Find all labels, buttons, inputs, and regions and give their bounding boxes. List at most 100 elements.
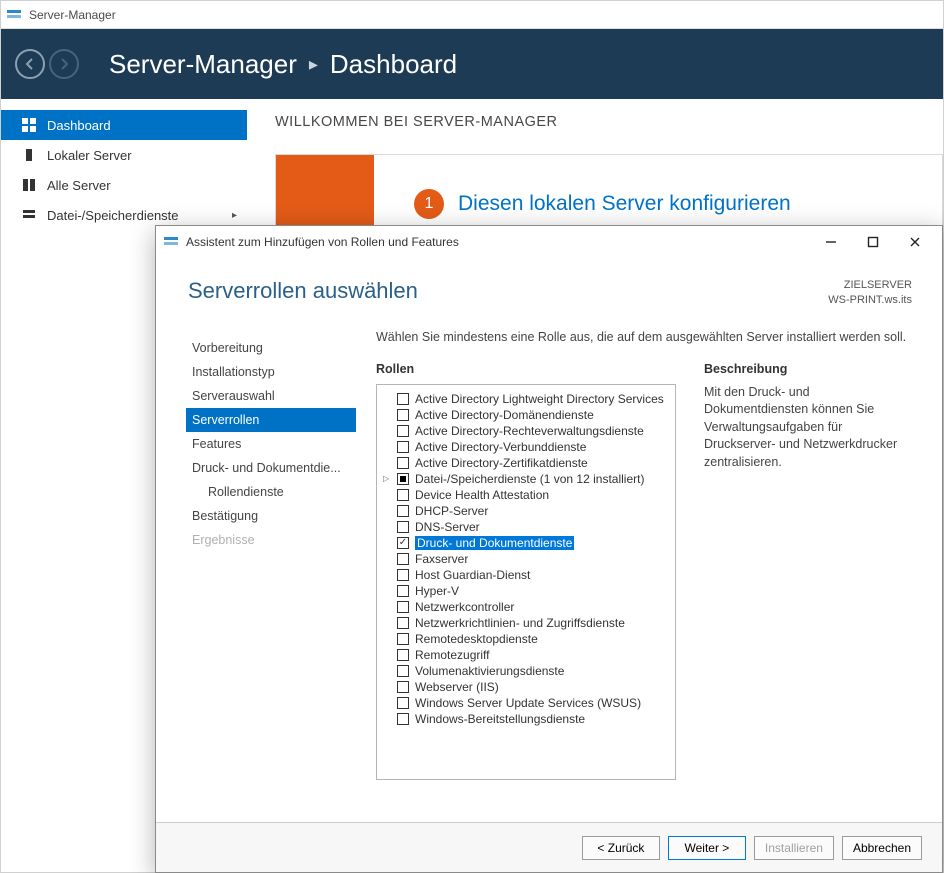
role-row[interactable]: Faxserver	[379, 551, 671, 567]
role-checkbox[interactable]	[397, 649, 409, 661]
role-checkbox[interactable]	[397, 521, 409, 533]
role-label: Active Directory-Domänendienste	[415, 408, 594, 422]
role-checkbox[interactable]	[397, 713, 409, 725]
dashboard-icon	[19, 118, 39, 132]
role-label: DHCP-Server	[415, 504, 488, 518]
breadcrumb-page[interactable]: Dashboard	[330, 49, 457, 80]
wizard-step[interactable]: Vorbereitung	[186, 336, 356, 360]
role-checkbox[interactable]	[397, 585, 409, 597]
role-label: Netzwerkrichtlinien- und Zugriffsdienste	[415, 616, 625, 630]
role-row[interactable]: Active Directory Lightweight Directory S…	[379, 391, 671, 407]
next-button[interactable]: Weiter >	[668, 836, 746, 860]
nav-forward-button[interactable]	[49, 49, 79, 79]
role-label: Active Directory-Zertifikatdienste	[415, 456, 588, 470]
wizard-footer: < Zurück Weiter > Installieren Abbrechen	[156, 822, 942, 872]
tree-expand-icon[interactable]: ▷	[383, 474, 389, 483]
role-checkbox[interactable]	[397, 441, 409, 453]
role-checkbox[interactable]	[397, 601, 409, 613]
role-checkbox[interactable]	[397, 665, 409, 677]
sidebar-item-server[interactable]: Lokaler Server	[1, 140, 247, 170]
sidebar-item-dashboard[interactable]: Dashboard	[1, 110, 247, 140]
wizard-step[interactable]: Serverrollen	[186, 408, 356, 432]
role-row[interactable]: Druck- und Dokumentdienste	[379, 535, 671, 551]
role-label: Windows Server Update Services (WSUS)	[415, 696, 641, 710]
back-button[interactable]: < Zurück	[582, 836, 660, 860]
description-column: Beschreibung Mit den Druck- und Dokument…	[704, 362, 912, 780]
wizard-title: Assistent zum Hinzufügen von Rollen und …	[186, 235, 459, 249]
wizard-step[interactable]: Druck- und Dokumentdie...	[186, 456, 356, 480]
role-label: Remotezugriff	[415, 648, 489, 662]
wizard-header: Serverrollen auswählen ZIELSERVER WS-PRI…	[156, 258, 942, 314]
role-checkbox[interactable]	[397, 633, 409, 645]
role-checkbox[interactable]	[397, 393, 409, 405]
role-label: Remotedesktopdienste	[415, 632, 538, 646]
nav-back-button[interactable]	[15, 49, 45, 79]
main-navbar: Server-Manager ▸ Dashboard	[1, 29, 943, 99]
wizard-step[interactable]: Installationstyp	[186, 360, 356, 384]
role-row[interactable]: Netzwerkrichtlinien- und Zugriffsdienste	[379, 615, 671, 631]
role-checkbox[interactable]	[397, 505, 409, 517]
sidebar-item-label: Datei-/Speicherdienste	[47, 208, 179, 223]
server-icon	[19, 148, 39, 162]
breadcrumb-app[interactable]: Server-Manager	[109, 49, 297, 80]
role-row[interactable]: Hyper-V	[379, 583, 671, 599]
role-row[interactable]: Remotezugriff	[379, 647, 671, 663]
wizard-step[interactable]: Rollendienste	[186, 480, 356, 504]
wizard-titlebar[interactable]: Assistent zum Hinzufügen von Rollen und …	[156, 226, 942, 258]
role-row[interactable]: Active Directory-Rechteverwaltungsdienst…	[379, 423, 671, 439]
role-row[interactable]: DNS-Server	[379, 519, 671, 535]
add-roles-wizard-window: Assistent zum Hinzufügen von Rollen und …	[155, 225, 943, 873]
chevron-right-icon: ▸	[309, 54, 318, 75]
role-label: DNS-Server	[415, 520, 480, 534]
role-checkbox[interactable]	[397, 473, 409, 485]
role-checkbox[interactable]	[397, 409, 409, 421]
wizard-instruction: Wählen Sie mindestens eine Rolle aus, di…	[376, 330, 912, 344]
wizard-step[interactable]: Serverauswahl	[186, 384, 356, 408]
role-row[interactable]: Active Directory-Zertifikatdienste	[379, 455, 671, 471]
role-row[interactable]: Active Directory-Verbunddienste	[379, 439, 671, 455]
quickstart-step-1[interactable]: 1 Diesen lokalen Server konfigurieren	[414, 189, 791, 219]
role-row[interactable]: Device Health Attestation	[379, 487, 671, 503]
role-row[interactable]: Netzwerkcontroller	[379, 599, 671, 615]
chevron-right-icon: ▸	[232, 210, 237, 221]
role-row[interactable]: Remotedesktopdienste	[379, 631, 671, 647]
role-row[interactable]: Webserver (IIS)	[379, 679, 671, 695]
role-checkbox[interactable]	[397, 569, 409, 581]
role-label: Host Guardian-Dienst	[415, 568, 530, 582]
role-row[interactable]: Windows-Bereitstellungsdienste	[379, 711, 671, 727]
role-label: Datei-/Speicherdienste (1 von 12 install…	[415, 472, 644, 486]
role-checkbox[interactable]	[397, 697, 409, 709]
wizard-step[interactable]: Bestätigung	[186, 504, 356, 528]
wizard-step: Ergebnisse	[186, 528, 356, 552]
role-checkbox[interactable]	[397, 537, 409, 549]
nav-arrows	[15, 49, 79, 79]
close-button[interactable]	[894, 228, 936, 256]
wizard-step[interactable]: Features	[186, 432, 356, 456]
role-checkbox[interactable]	[397, 681, 409, 693]
role-checkbox[interactable]	[397, 553, 409, 565]
role-row[interactable]: Host Guardian-Dienst	[379, 567, 671, 583]
step-number-badge: 1	[414, 189, 444, 219]
role-checkbox[interactable]	[397, 425, 409, 437]
cancel-button[interactable]: Abbrechen	[842, 836, 922, 860]
role-row[interactable]: Windows Server Update Services (WSUS)	[379, 695, 671, 711]
role-row[interactable]: Volumenaktivierungsdienste	[379, 663, 671, 679]
step-1-link[interactable]: Diesen lokalen Server konfigurieren	[458, 192, 791, 216]
role-checkbox[interactable]	[397, 489, 409, 501]
sidebar-item-label: Dashboard	[47, 118, 111, 133]
minimize-button[interactable]	[810, 228, 852, 256]
roles-listbox[interactable]: Active Directory Lightweight Directory S…	[376, 384, 676, 780]
role-label: Active Directory-Verbunddienste	[415, 440, 586, 454]
description-header: Beschreibung	[704, 362, 912, 376]
role-checkbox[interactable]	[397, 617, 409, 629]
install-button[interactable]: Installieren	[754, 836, 834, 860]
role-label: Hyper-V	[415, 584, 459, 598]
role-row[interactable]: DHCP-Server	[379, 503, 671, 519]
role-row[interactable]: Active Directory-Domänendienste	[379, 407, 671, 423]
role-checkbox[interactable]	[397, 457, 409, 469]
sidebar-item-servers[interactable]: Alle Server	[1, 170, 247, 200]
target-server-label: ZIELSERVER	[828, 278, 912, 293]
role-label: Active Directory-Rechteverwaltungsdienst…	[415, 424, 644, 438]
maximize-button[interactable]	[852, 228, 894, 256]
role-row[interactable]: ▷ Datei-/Speicherdienste (1 von 12 instal…	[379, 471, 671, 487]
